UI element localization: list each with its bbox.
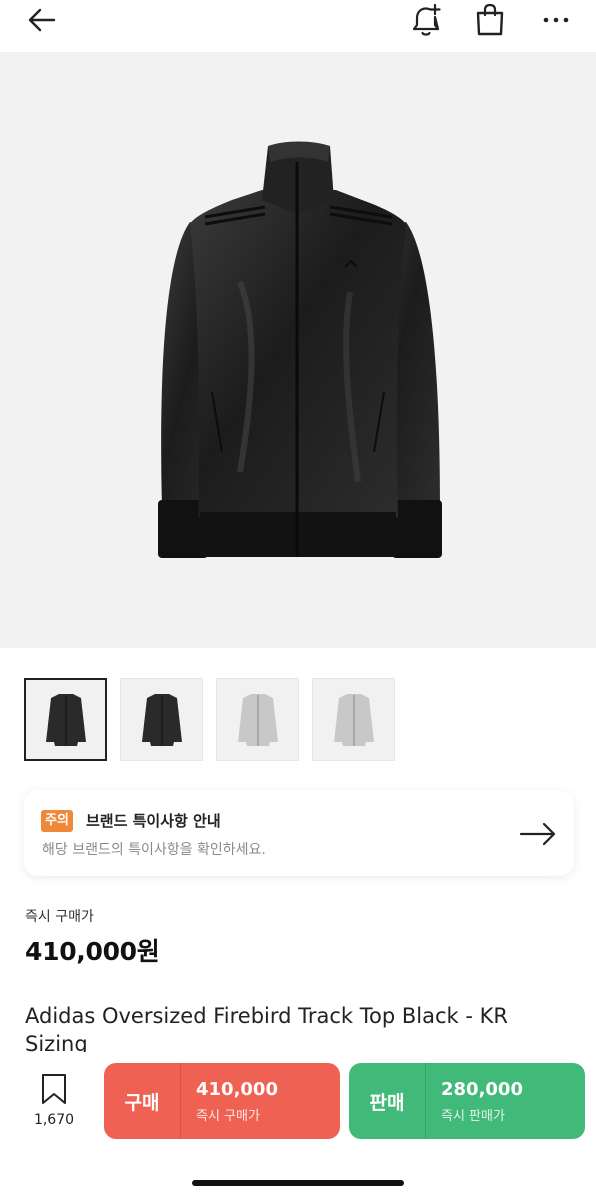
wish-button[interactable]: 1,670: [28, 1072, 80, 1128]
jacket-image: [158, 141, 442, 558]
sell-button[interactable]: 판매 280,000 즉시 판매가: [349, 1063, 585, 1139]
shopping-bag-button[interactable]: [470, 0, 510, 40]
buy-amount: 410,000: [196, 1079, 278, 1100]
thumbnail-strip: [24, 678, 395, 762]
notice-description: 해당 브랜드의 특이사항을 확인하세요.: [42, 842, 266, 858]
product-name: Adidas Oversized Firebird Track Top Blac…: [25, 1004, 508, 1056]
instant-buy-price: 410,000원: [25, 937, 160, 966]
brand-notice-card[interactable]: 주의 브랜드 특이사항 안내 해당 브랜드의 특이사항을 확인하세요.: [24, 790, 574, 876]
alarm-button[interactable]: [406, 0, 446, 40]
arrow-left-icon: [28, 8, 56, 32]
jacket-thumbnail: [237, 693, 278, 746]
bookmark-icon: [42, 1074, 66, 1104]
jacket-thumbnail: [45, 693, 86, 746]
thumbnail-4[interactable]: [312, 678, 395, 761]
top-navigation-bar: [0, 0, 596, 52]
arrow-right-icon: [519, 822, 556, 846]
jacket-thumbnail: [333, 693, 374, 746]
thumbnail-3[interactable]: [216, 678, 299, 761]
jacket-thumbnail: [141, 693, 182, 746]
product-main-image[interactable]: [0, 52, 596, 648]
buy-sub-label: 즉시 구매가: [196, 1109, 260, 1124]
thumbnail-1[interactable]: [24, 678, 107, 761]
sell-label: 판매: [369, 1091, 405, 1114]
shopping-bag-icon: [476, 3, 504, 36]
buy-button[interactable]: 구매 410,000 즉시 구매가: [104, 1063, 340, 1139]
notice-badge: 주의: [41, 810, 73, 832]
home-indicator: [192, 1180, 404, 1186]
bell-plus-icon: [412, 3, 441, 36]
sell-sub-label: 즉시 판매가: [441, 1109, 505, 1124]
back-button[interactable]: [20, 0, 64, 40]
more-horizontal-icon: [543, 17, 569, 23]
bottom-action-bar: 1,670 구매 410,000 즉시 구매가 판매 280,000 즉시 판매…: [0, 1052, 596, 1200]
buy-label: 구매: [124, 1091, 160, 1114]
sell-amount: 280,000: [441, 1079, 523, 1100]
more-button[interactable]: [536, 0, 576, 40]
notice-title: 브랜드 특이사항 안내: [86, 812, 221, 830]
divider: [425, 1063, 426, 1139]
thumbnail-2[interactable]: [120, 678, 203, 761]
divider: [180, 1063, 181, 1139]
wish-count: 1,670: [33, 1112, 75, 1128]
instant-buy-price-label: 즉시 구매가: [25, 909, 94, 925]
